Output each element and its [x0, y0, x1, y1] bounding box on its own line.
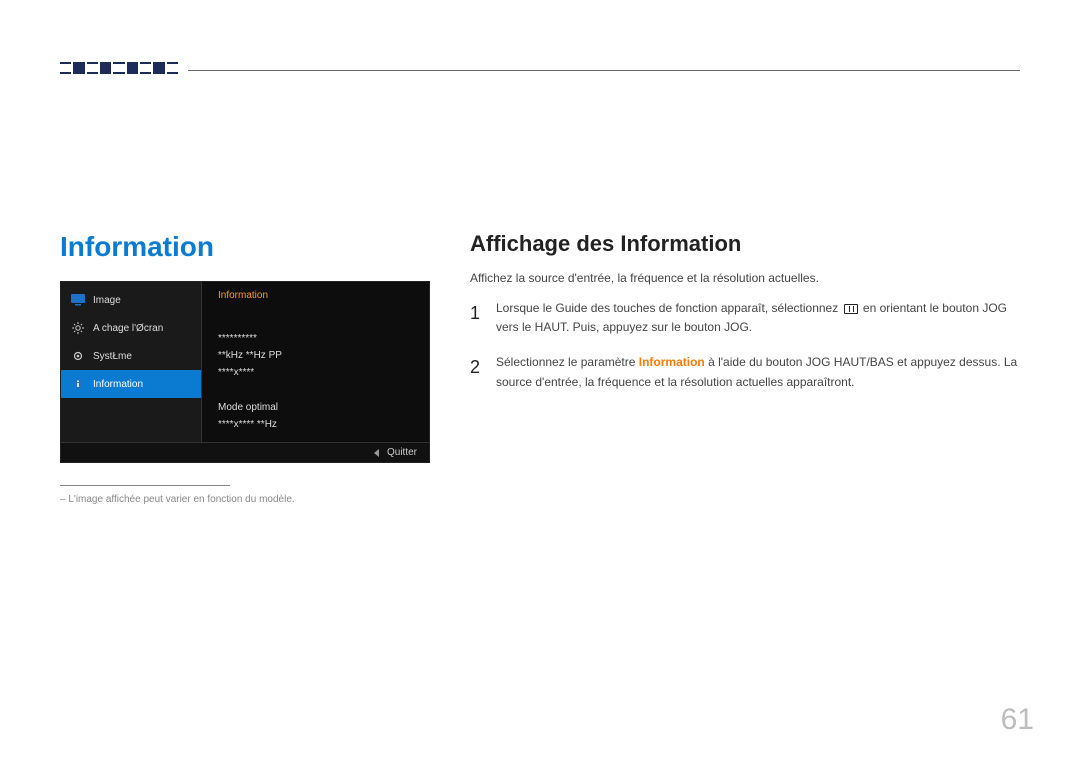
step-2: 2 Sélectionnez le paramètre Information …	[470, 353, 1020, 391]
step-1: 1 Lorsque le Guide des touches de foncti…	[470, 299, 1020, 337]
display-icon	[71, 294, 85, 306]
osd-panel-line: Mode optimal	[218, 402, 413, 413]
back-arrow-icon[interactable]	[374, 449, 379, 457]
osd-menu-label: A chage l'Øcran	[93, 323, 163, 334]
osd-panel-line: ****x**** **Hz	[218, 419, 413, 430]
step-body: Lorsque le Guide des touches de fonction…	[496, 299, 1020, 337]
osd-panel-line: **********	[218, 333, 413, 344]
osd-menu-affichage[interactable]: A chage l'Øcran	[61, 314, 201, 342]
brand-logo	[60, 62, 178, 74]
left-column: Information Image	[60, 231, 430, 505]
osd-menu: Image A chage l'Øcran Sy	[61, 282, 201, 442]
step-number: 1	[470, 299, 482, 337]
page-number: 61	[1001, 703, 1034, 737]
step-text: Lorsque le Guide des touches de fonction…	[496, 301, 842, 315]
step-keyword: Information	[639, 355, 705, 369]
footnote: L'image affichée peut varier en fonction…	[60, 494, 430, 505]
osd-menu-systeme[interactable]: SystŁme	[61, 342, 201, 370]
osd-panel-line: **kHz **Hz PP	[218, 350, 413, 361]
osd-footer: Quitter	[61, 442, 429, 462]
osd-menu-label: Image	[93, 295, 121, 306]
subheading: Affichage des Information	[470, 231, 1020, 257]
step-number: 2	[470, 353, 482, 391]
info-icon	[71, 378, 85, 390]
osd-info-panel: Information ********** **kHz **Hz PP ***…	[201, 282, 429, 442]
osd-menu-information[interactable]: Information	[61, 370, 201, 398]
osd-footer-quitter[interactable]: Quitter	[387, 447, 417, 458]
osd-menu-label: SystŁme	[93, 351, 132, 362]
osd-menu-image[interactable]: Image	[61, 286, 201, 314]
gear-icon	[71, 350, 85, 362]
sun-icon	[71, 322, 85, 334]
osd-panel-title: Information	[218, 290, 413, 301]
osd-screenshot: Image A chage l'Øcran Sy	[60, 281, 430, 463]
page: Information Image	[0, 0, 1080, 763]
osd-menu-label: Information	[93, 379, 143, 390]
footnote-rule	[60, 485, 230, 486]
header-rule	[188, 70, 1020, 71]
osd-panel-line: ****x****	[218, 367, 413, 378]
step-text: Sélectionnez le paramètre	[496, 355, 639, 369]
step-body: Sélectionnez le paramètre Information à …	[496, 353, 1020, 391]
menu-grid-icon	[844, 304, 858, 314]
intro-text: Affichez la source d'entrée, la fréquenc…	[470, 271, 1020, 285]
section-title: Information	[60, 231, 430, 263]
right-column: Affichage des Information Affichez la so…	[470, 231, 1020, 505]
osd-body: Image A chage l'Øcran Sy	[61, 282, 429, 442]
content-row: Information Image	[60, 231, 1020, 505]
